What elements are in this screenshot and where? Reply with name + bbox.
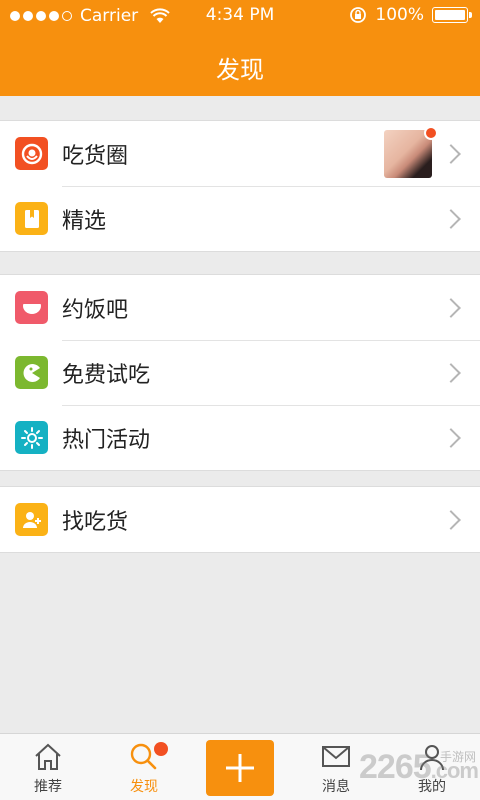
menu-item-hot-events[interactable]: 热门活动 <box>0 405 480 470</box>
chevron-right-icon <box>441 297 461 318</box>
menu-item-free-trial[interactable]: 免费试吃 <box>0 340 480 405</box>
menu-item-featured[interactable]: 精选 <box>0 186 480 251</box>
plus-icon <box>226 754 254 782</box>
tab-bar: 推荐 发现 消息 我的 2265.com 手游网 <box>0 733 480 800</box>
chevron-right-icon <box>441 509 461 530</box>
mail-icon <box>322 746 350 767</box>
menu-item-label: 免费试吃 <box>62 362 151 388</box>
menu-item-label: 吃货圈 <box>62 143 129 169</box>
menu-group-3: 找吃货 <box>0 486 480 553</box>
sun-icon <box>15 421 48 454</box>
bowl-icon <box>15 291 48 324</box>
tab-discover[interactable]: 发现 <box>96 734 192 800</box>
notification-badge <box>424 126 438 140</box>
foodie-circle-icon <box>15 137 48 170</box>
menu-item-find-foodies[interactable]: 找吃货 <box>0 487 480 552</box>
menu-item-label: 热门活动 <box>62 427 151 453</box>
tab-label: 消息 <box>322 779 350 795</box>
tab-label: 发现 <box>130 779 158 795</box>
chevron-right-icon <box>441 208 461 229</box>
battery-icon <box>432 7 472 23</box>
menu-item-foodie-circle[interactable]: 吃货圈 <box>0 121 480 186</box>
chevron-right-icon <box>441 143 461 164</box>
page-title: 发现 <box>216 56 264 84</box>
home-icon <box>35 743 61 770</box>
menu-group-2: 约饭吧 免费试吃 热门活动 <box>0 274 480 471</box>
menu-group-1: 吃货圈 精选 <box>0 120 480 252</box>
status-bar: Carrier 4:34 PM 100% <box>0 0 480 32</box>
rotation-lock-icon <box>350 7 367 23</box>
menu-item-label: 约饭吧 <box>62 297 129 323</box>
add-button[interactable] <box>206 740 274 796</box>
bookmark-icon <box>15 202 48 235</box>
tab-label: 推荐 <box>34 779 62 795</box>
menu-item-dinner-date[interactable]: 约饭吧 <box>0 275 480 340</box>
add-user-icon <box>15 503 48 536</box>
tab-recommend[interactable]: 推荐 <box>0 734 96 800</box>
battery-percent: 100% <box>375 5 424 25</box>
chevron-right-icon <box>441 427 461 448</box>
menu-item-label: 找吃货 <box>62 509 129 535</box>
notification-badge <box>154 742 168 756</box>
chevron-right-icon <box>441 362 461 383</box>
watermark-subtitle: 手游网 <box>439 750 476 764</box>
menu-item-label: 精选 <box>62 208 107 234</box>
app-header: Carrier 4:34 PM 100% 发现 <box>0 0 480 96</box>
pacman-icon <box>15 356 48 389</box>
